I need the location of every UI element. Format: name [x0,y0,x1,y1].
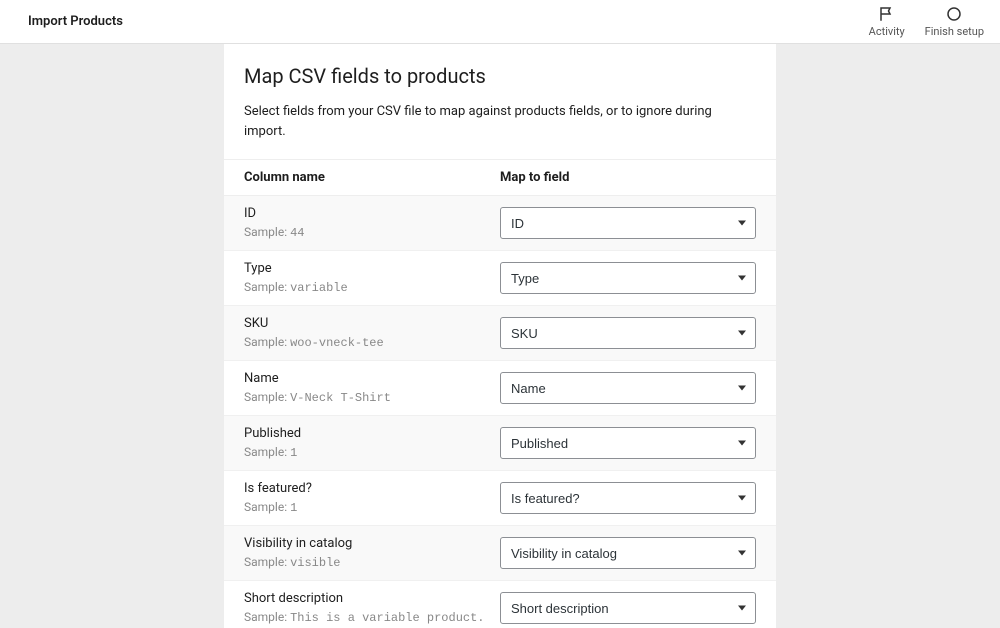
map-cell: Short description [500,592,756,624]
field-select[interactable]: Name [500,372,756,404]
field-name: Published [244,426,500,441]
field-name: Type [244,261,500,276]
card-description: Select fields from your CSV file to map … [244,102,756,141]
map-cell: Name [500,372,756,404]
field-name: Short description [244,591,500,606]
column-cell: ID Sample: 44 [244,206,500,240]
table-row: SKUSample: woo-vneck-teeSKU [224,306,776,361]
field-name: Name [244,371,500,386]
card-header: Map CSV fields to products Select fields… [224,44,776,160]
table-row: PublishedSample: 1Published [224,416,776,471]
finish-setup-label: Finish setup [925,25,984,38]
field-select-wrap: Name [500,372,756,404]
field-sample: Sample: 1 [244,500,500,515]
map-cell: ID [500,207,756,239]
activity-label: Activity [869,25,905,38]
map-cell: SKU [500,317,756,349]
field-select[interactable]: Short description [500,592,756,624]
field-sample: Sample: visible [244,555,500,570]
column-cell: Is featured? Sample: 1 [244,481,500,515]
field-sample: Sample: V-Neck T-Shirt [244,390,500,405]
map-to-header: Map to field [500,170,756,185]
column-name-header: Column name [244,170,500,185]
column-cell: Name Sample: V-Neck T-Shirt [244,371,500,405]
card-title: Map CSV fields to products [244,64,756,88]
field-select[interactable]: SKU [500,317,756,349]
field-select-wrap: ID [500,207,756,239]
field-sample: Sample: This is a variable product. [244,610,500,625]
column-cell: Short description Sample: This is a varia… [244,591,500,625]
table-body: IDSample: 44IDTypeSample: variableTypeSK… [224,196,776,628]
import-card: Map CSV fields to products Select fields… [224,44,776,628]
map-cell: Visibility in catalog [500,537,756,569]
field-sample: Sample: woo-vneck-tee [244,335,500,350]
circle-icon [945,5,963,23]
top-bar-actions: Activity Finish setup [869,5,984,38]
field-select-wrap: Short description [500,592,756,624]
field-sample: Sample: 1 [244,445,500,460]
field-select[interactable]: Visibility in catalog [500,537,756,569]
field-select[interactable]: Published [500,427,756,459]
table-row: TypeSample: variableType [224,251,776,306]
column-cell: Visibility in catalog Sample: visible [244,536,500,570]
table-row: IDSample: 44ID [224,196,776,251]
field-select-wrap: SKU [500,317,756,349]
table-row: Short descriptionSample: This is a varia… [224,581,776,628]
field-select[interactable]: Type [500,262,756,294]
flag-icon [878,5,896,23]
mapping-table: Column name Map to field IDSample: 44IDT… [224,160,776,628]
field-sample: Sample: variable [244,280,500,295]
field-name: Is featured? [244,481,500,496]
field-select-wrap: Type [500,262,756,294]
column-cell: SKU Sample: woo-vneck-tee [244,316,500,350]
table-row: NameSample: V-Neck T-ShirtName [224,361,776,416]
table-header: Column name Map to field [224,160,776,196]
finish-setup-button[interactable]: Finish setup [925,5,984,38]
map-cell: Published [500,427,756,459]
field-select-wrap: Visibility in catalog [500,537,756,569]
map-cell: Type [500,262,756,294]
field-name: ID [244,206,500,221]
column-cell: Published Sample: 1 [244,426,500,460]
field-select-wrap: Is featured? [500,482,756,514]
field-select[interactable]: Is featured? [500,482,756,514]
column-cell: Type Sample: variable [244,261,500,295]
table-row: Is featured?Sample: 1Is featured? [224,471,776,526]
field-name: SKU [244,316,500,331]
field-select[interactable]: ID [500,207,756,239]
page-title: Import Products [28,14,123,29]
field-name: Visibility in catalog [244,536,500,551]
table-row: Visibility in catalogSample: visibleVisi… [224,526,776,581]
field-sample: Sample: 44 [244,225,500,240]
page-wrap: Map CSV fields to products Select fields… [0,44,1000,628]
field-select-wrap: Published [500,427,756,459]
activity-button[interactable]: Activity [869,5,905,38]
top-bar: Import Products Activity Finish setup [0,0,1000,44]
map-cell: Is featured? [500,482,756,514]
